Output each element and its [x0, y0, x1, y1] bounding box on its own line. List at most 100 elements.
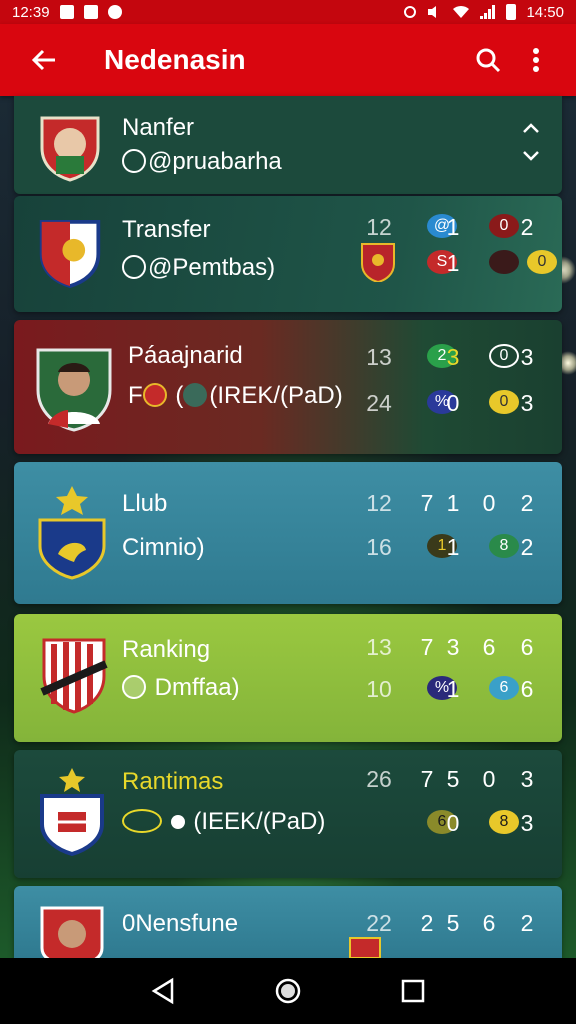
triangle-back-icon	[151, 977, 173, 1005]
sub-prefix: F	[128, 382, 143, 409]
stat-value: 1	[446, 214, 460, 240]
player-avatar-icon	[183, 383, 208, 407]
team-name: Rantimas	[122, 768, 224, 795]
stat-row: 12 7 1 0 2	[364, 490, 544, 520]
stat-value: 0	[446, 390, 460, 416]
back-button[interactable]	[16, 32, 72, 88]
team-handle: @Pemtbas)	[148, 254, 276, 281]
stat-value: 6	[520, 634, 534, 660]
stat-value: 5	[446, 910, 460, 936]
stat-value: 1	[446, 250, 460, 276]
stat-value: 10	[366, 676, 392, 702]
arrow-left-icon	[31, 49, 55, 71]
stat-value: 2	[520, 490, 534, 516]
stat-value: 12	[366, 490, 392, 516]
stat-value: 12	[366, 214, 392, 240]
club-badge-icon	[142, 383, 167, 407]
stat-value: 1	[446, 534, 460, 560]
nav-recents-button[interactable]	[389, 967, 437, 1015]
stat-badge	[489, 250, 519, 274]
dot-icon	[170, 815, 185, 829]
stat-value: 0	[446, 810, 460, 836]
stat-value: 2	[520, 214, 534, 240]
status-time-right: 14:50	[526, 3, 564, 21]
team-handle: @pruabarha	[148, 148, 282, 175]
notification-icon	[107, 5, 122, 19]
stat-value: 3	[446, 634, 460, 660]
stat-value: 22	[366, 910, 392, 936]
stat-value: 3	[520, 390, 534, 416]
list-item[interactable]: Llub Cimnio) 12 7 1 0 2 16 1 1 8 2	[14, 462, 562, 604]
list-item[interactable]: Rantimas (IEEK/(PaD) 26 7 5 0 3 6 0 8 3	[14, 750, 562, 878]
status-bar: 12:39 14:50	[0, 0, 576, 24]
stat-row: 16 1 1 8 2	[364, 534, 544, 564]
stat-row: 22 2 5 6 2	[364, 910, 544, 940]
stat-value: 6	[482, 634, 496, 660]
notification-icon	[59, 5, 74, 19]
stat-value: 24	[366, 390, 392, 416]
circle-home-icon	[275, 978, 301, 1004]
team-name: Nanfer	[122, 114, 195, 141]
app-bar: Nedenasin	[0, 24, 576, 96]
team-subtitle: Cimnio)	[122, 534, 205, 561]
stat-value: 3	[520, 766, 534, 792]
mute-icon	[428, 6, 437, 18]
nav-home-button[interactable]	[264, 967, 312, 1015]
alarm-icon	[404, 6, 417, 18]
signature-icon	[122, 809, 162, 833]
team-handle: Dmffaa)	[154, 674, 240, 701]
list-item[interactable]: Transfer @Pemtbas) 12 @ 1 0 2 S 1 0	[14, 196, 562, 312]
signal-icon	[480, 5, 496, 19]
player-subtitle: F ((IREK/(PaD)	[128, 382, 343, 409]
stat-value: 2	[520, 534, 534, 560]
stat-value: 5	[446, 766, 460, 792]
stat-row: 24 % 0 0 3	[364, 390, 544, 420]
flower-icon	[122, 675, 146, 699]
stat-row: 26 7 5 0 3	[364, 766, 544, 796]
stat-row: 13 2 3 0 3	[364, 344, 544, 374]
list-item[interactable]: Ranking Dmffaa) 13 7 3 6 6 10 % 1 6 6	[14, 614, 562, 742]
team-crest-icon	[40, 636, 108, 716]
search-icon	[476, 48, 501, 73]
battery-icon	[506, 4, 517, 20]
wifi-icon	[453, 5, 470, 18]
stat-value: 16	[366, 534, 392, 560]
team-name: 0Nensfune	[122, 910, 239, 937]
stat-row: 13 7 3 6 6	[364, 634, 544, 664]
stat-row: 12 @ 1 0 2	[364, 214, 544, 244]
at-icon	[122, 255, 146, 279]
more-vert-icon	[533, 48, 539, 72]
stat-value: 26	[366, 766, 392, 792]
team-crest-icon	[38, 766, 106, 856]
list-item[interactable]: 0Nensfune 22 2 5 6 2	[14, 886, 562, 958]
search-button[interactable]	[464, 36, 512, 84]
stat-value: 1	[446, 490, 460, 516]
stat-value: 3	[520, 344, 534, 370]
stat-value: 1	[446, 676, 460, 702]
chevron-down-icon	[523, 151, 539, 161]
team-subtitle: Dmffaa)	[122, 674, 240, 702]
player-photo	[34, 344, 114, 434]
list-item[interactable]: Páaajnarid F ((IREK/(PaD) 13 2 3 0 3 24 …	[14, 320, 562, 454]
nav-back-button[interactable]	[139, 967, 187, 1015]
team-subtitle: @pruabarha	[122, 148, 282, 176]
stat-row: 6 0 8 3	[364, 810, 544, 840]
square-recents-icon	[402, 979, 425, 1003]
stat-value: 0	[482, 490, 496, 516]
list-item[interactable]: Nanfer @pruabarha	[14, 96, 562, 194]
team-name: Ranking	[122, 636, 211, 663]
team-crest-icon	[36, 484, 108, 580]
stat-value: 3	[446, 344, 460, 370]
stat-value: 13	[366, 344, 392, 370]
chevron-up-icon[interactable]	[522, 122, 540, 162]
stat-row: 10 % 1 6 6	[364, 676, 544, 706]
team-crest-icon	[36, 108, 104, 186]
stat-badge: 0	[527, 250, 557, 274]
team-subtitle: @Pemtbas)	[122, 254, 275, 282]
player-name: Páaajnarid	[128, 342, 243, 369]
more-options-button[interactable]	[512, 36, 560, 84]
team-handle: (IEEK/(PaD)	[193, 808, 326, 835]
team-crest-icon	[36, 214, 104, 292]
system-nav-bar	[0, 958, 576, 1024]
status-time: 12:39	[12, 3, 50, 21]
